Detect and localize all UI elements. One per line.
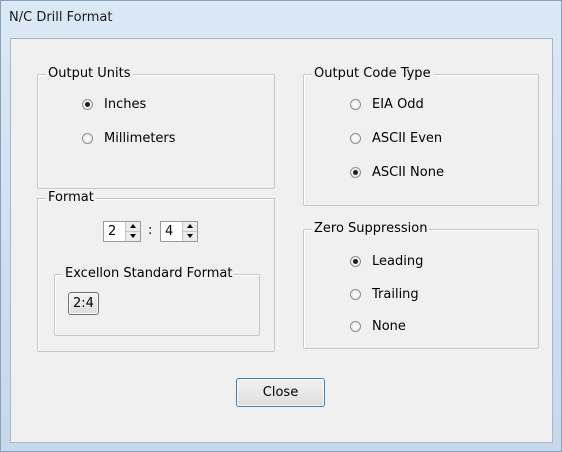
spin-up-icon	[130, 224, 136, 228]
radio-label-eia-odd: EIA Odd	[372, 97, 424, 112]
dialog-window: N/C Drill Format Output Units Inches Mil…	[0, 0, 562, 452]
radio-millimeters[interactable]: Millimeters	[82, 131, 176, 146]
radio-none[interactable]: None	[350, 319, 406, 334]
radio-ascii-none[interactable]: ASCII None	[350, 165, 444, 180]
format-legend: Format	[46, 190, 96, 205]
spin-down-icon	[187, 234, 193, 238]
radio-indicator-none[interactable]	[350, 321, 361, 332]
decimal-digits-arrows	[182, 222, 197, 241]
dialog-client-area: Output Units Inches Millimeters Format 2…	[10, 38, 553, 443]
excellon-2-4-button[interactable]: 2:4	[68, 292, 99, 315]
integer-digits-spinner[interactable]: 2	[103, 221, 141, 242]
spin-up-icon	[187, 224, 193, 228]
radio-label-ascii-none: ASCII None	[372, 165, 444, 180]
radio-indicator-trailing[interactable]	[350, 289, 361, 300]
radio-leading[interactable]: Leading	[350, 254, 423, 269]
decimal-digits-value[interactable]: 4	[165, 224, 173, 239]
radio-inches[interactable]: Inches	[82, 97, 146, 112]
radio-eia-odd[interactable]: EIA Odd	[350, 97, 424, 112]
radio-label-millimeters: Millimeters	[104, 131, 176, 146]
format-group: Format 2 : 4 Excellon Standard Format 2:…	[37, 190, 275, 352]
radio-label-trailing: Trailing	[372, 287, 419, 302]
decimal-digits-spinner[interactable]: 4	[160, 221, 198, 242]
radio-label-inches: Inches	[104, 97, 147, 112]
radio-indicator-eia-odd[interactable]	[350, 99, 361, 110]
output-code-type-group: Output Code Type EIA Odd ASCII Even ASCI…	[303, 66, 539, 206]
radio-label-ascii-even: ASCII Even	[372, 131, 443, 146]
integer-digits-up-button[interactable]	[126, 222, 140, 232]
radio-indicator-leading[interactable]	[350, 256, 361, 267]
integer-digits-down-button[interactable]	[126, 232, 140, 241]
decimal-digits-up-button[interactable]	[183, 222, 197, 232]
excellon-legend: Excellon Standard Format	[63, 266, 235, 281]
radio-indicator-inches[interactable]	[82, 99, 93, 110]
output-code-type-legend: Output Code Type	[312, 66, 433, 81]
output-units-group: Output Units Inches Millimeters	[37, 66, 275, 189]
close-button[interactable]: Close	[236, 378, 325, 407]
radio-trailing[interactable]: Trailing	[350, 287, 419, 302]
output-units-legend: Output Units	[46, 66, 133, 81]
integer-digits-value[interactable]: 2	[108, 224, 116, 239]
decimal-digits-down-button[interactable]	[183, 232, 197, 241]
zero-suppression-legend: Zero Suppression	[312, 221, 430, 236]
radio-label-leading: Leading	[372, 254, 424, 269]
radio-ascii-even[interactable]: ASCII Even	[350, 131, 442, 146]
radio-label-none: None	[372, 319, 406, 334]
window-title: N/C Drill Format	[9, 10, 113, 25]
zero-suppression-group: Zero Suppression Leading Trailing None	[303, 221, 539, 349]
spin-down-icon	[130, 234, 136, 238]
format-separator: :	[148, 223, 153, 238]
title-bar[interactable]: N/C Drill Format	[1, 1, 561, 37]
excellon-group: Excellon Standard Format 2:4	[54, 266, 260, 336]
radio-indicator-ascii-even[interactable]	[350, 133, 361, 144]
radio-indicator-ascii-none[interactable]	[350, 167, 361, 178]
radio-indicator-millimeters[interactable]	[82, 133, 93, 144]
integer-digits-arrows	[125, 222, 140, 241]
